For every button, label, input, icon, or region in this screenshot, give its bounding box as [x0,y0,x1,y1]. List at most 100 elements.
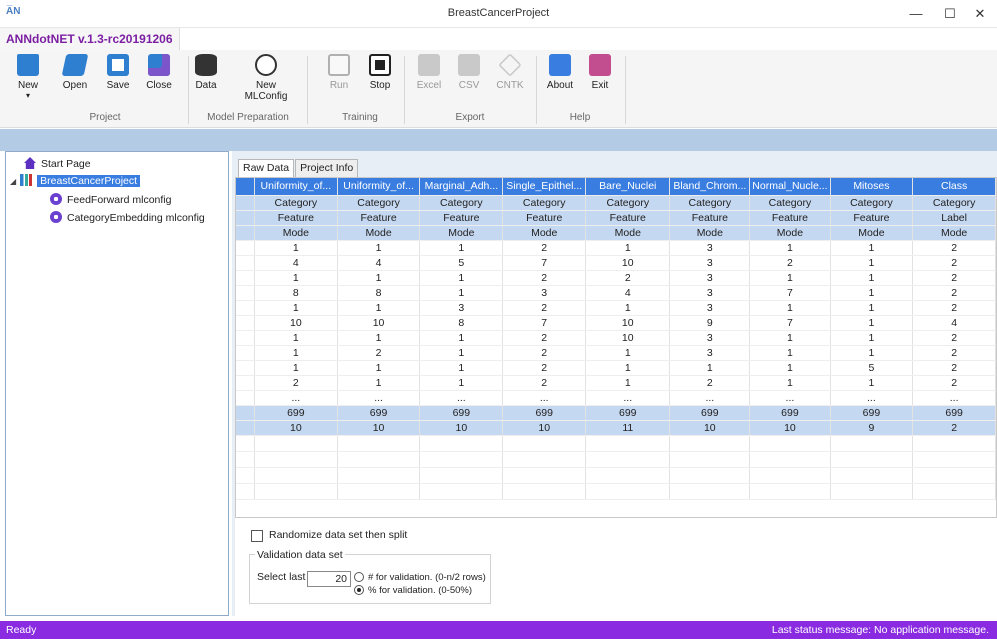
table-cell[interactable]: 8 [254,285,338,301]
table-cell[interactable]: 1 [419,330,504,346]
maximize-button[interactable]: ☐ [933,0,967,28]
table-cell[interactable]: Category [254,195,338,211]
table-cell[interactable]: 1 [254,345,338,361]
table-cell[interactable]: 2 [912,330,996,346]
table-cell[interactable]: 2 [502,360,587,376]
table-cell[interactable]: 3 [669,240,751,256]
table-cell[interactable]: ... [830,390,914,406]
stop-button[interactable]: Stop [367,54,393,91]
table-cell[interactable]: 1 [254,300,338,316]
export-csv-button[interactable]: CSV [455,54,483,91]
table-cell[interactable]: 1 [419,345,504,361]
table-cell[interactable]: 9 [669,315,751,331]
meta-row[interactable]: Feature Feature Feature Feature Feature Featu… [236,210,996,226]
table-cell[interactable]: 1 [337,375,421,391]
table-cell[interactable]: 699 [337,405,421,421]
table-cell[interactable]: Category [337,195,421,211]
column-header[interactable]: Uniformity_of... [254,178,338,196]
table-cell[interactable]: ... [585,390,671,406]
table-cell[interactable]: 2 [502,345,587,361]
table-cell[interactable]: 1 [830,300,914,316]
table-cell[interactable]: Category [585,195,671,211]
column-header[interactable]: Uniformity_of... [337,178,421,196]
run-button[interactable]: Run [327,54,351,91]
table-cell[interactable]: 2 [912,285,996,301]
new-mlconfig-button[interactable]: New MLConfig [240,54,292,102]
table-row[interactable]: ........................... [236,390,996,406]
table-cell[interactable] [236,240,255,256]
close-window-button[interactable]: ✕ [963,0,997,28]
table-cell[interactable]: 1 [419,375,504,391]
table-cell[interactable]: Mode [254,225,338,241]
table-cell[interactable]: 10 [419,420,504,436]
table-cell[interactable] [236,225,255,241]
table-cell[interactable] [236,300,255,316]
table-cell[interactable]: 8 [337,285,421,301]
table-cell[interactable]: 1 [830,375,914,391]
table-cell[interactable]: ... [912,390,996,406]
tab-raw-data[interactable]: Raw Data [238,159,295,177]
table-cell[interactable]: 699 [585,405,671,421]
table-cell[interactable]: 2 [912,300,996,316]
table-cell[interactable]: 1 [337,240,421,256]
table-cell[interactable]: 699 [912,405,996,421]
table-cell[interactable]: 1 [830,255,914,271]
table-cell[interactable]: 1 [419,270,504,286]
table-cell[interactable]: 1 [419,360,504,376]
table-cell[interactable]: 2 [912,240,996,256]
table-cell[interactable]: Mode [749,225,831,241]
table-cell[interactable]: Category [502,195,587,211]
table-row[interactable]: 121213112 [236,345,996,361]
table-cell[interactable]: 2 [337,345,421,361]
table-cell[interactable]: 1 [337,270,421,286]
table-row[interactable]: 111211152 [236,360,996,376]
table-cell[interactable]: 699 [669,405,751,421]
about-button[interactable]: About [544,54,576,91]
randomize-checkbox[interactable] [251,530,263,542]
table-cell[interactable]: 1 [830,345,914,361]
table-row[interactable]: 111213112 [236,240,996,256]
table-cell[interactable]: ... [749,390,831,406]
table-cell[interactable]: 2 [585,270,671,286]
table-cell[interactable]: 1 [830,315,914,331]
table-cell[interactable]: 699 [830,405,914,421]
table-cell[interactable]: 1 [830,285,914,301]
table-cell[interactable]: Mode [585,225,671,241]
table-cell[interactable]: 3 [669,330,751,346]
table-cell[interactable]: 1 [749,345,831,361]
table-cell[interactable]: Mode [337,225,421,241]
table-row[interactable]: 1 1 1 2 10 3 1 1 2 [236,330,996,346]
table-cell[interactable]: 2 [912,345,996,361]
table-cell[interactable]: 10 [585,315,671,331]
table-cell[interactable]: 1 [830,330,914,346]
table-cell[interactable] [236,315,255,331]
table-row[interactable]: 881343712 [236,285,996,301]
meta-row[interactable]: Mode Mode Mode Mode Mode Mode Mode Mode Mode [236,225,996,241]
column-header[interactable]: Normal_Nucle... [749,178,831,196]
open-button[interactable]: Open [58,54,92,91]
table-cell[interactable]: 2 [669,375,751,391]
column-header[interactable]: Marginal_Adh... [419,178,504,196]
table-cell[interactable]: 1 [669,360,751,376]
table-cell[interactable]: 1 [749,270,831,286]
table-cell[interactable]: 9 [830,420,914,436]
table-cell[interactable]: 2 [912,255,996,271]
table-cell[interactable]: 699 [254,405,338,421]
column-header[interactable]: Bare_Nuclei [585,178,671,196]
table-cell[interactable]: 2 [912,360,996,376]
table-cell[interactable]: Category [419,195,504,211]
table-cell[interactable]: 7 [502,315,587,331]
table-cell[interactable]: 2 [502,330,587,346]
table-cell[interactable]: 1 [749,240,831,256]
table-cell[interactable] [236,195,255,211]
table-cell[interactable]: 1 [585,360,671,376]
table-cell[interactable]: 10 [669,420,751,436]
expand-arrow-icon[interactable]: ◢ [10,177,16,186]
table-cell[interactable] [236,255,255,271]
table-cell[interactable]: 699 [419,405,504,421]
column-header[interactable]: Bland_Chrom... [669,178,751,196]
table-cell[interactable]: 3 [669,345,751,361]
table-cell[interactable]: Feature [502,210,587,226]
table-cell[interactable]: 10 [337,315,421,331]
table-cell[interactable] [236,285,255,301]
